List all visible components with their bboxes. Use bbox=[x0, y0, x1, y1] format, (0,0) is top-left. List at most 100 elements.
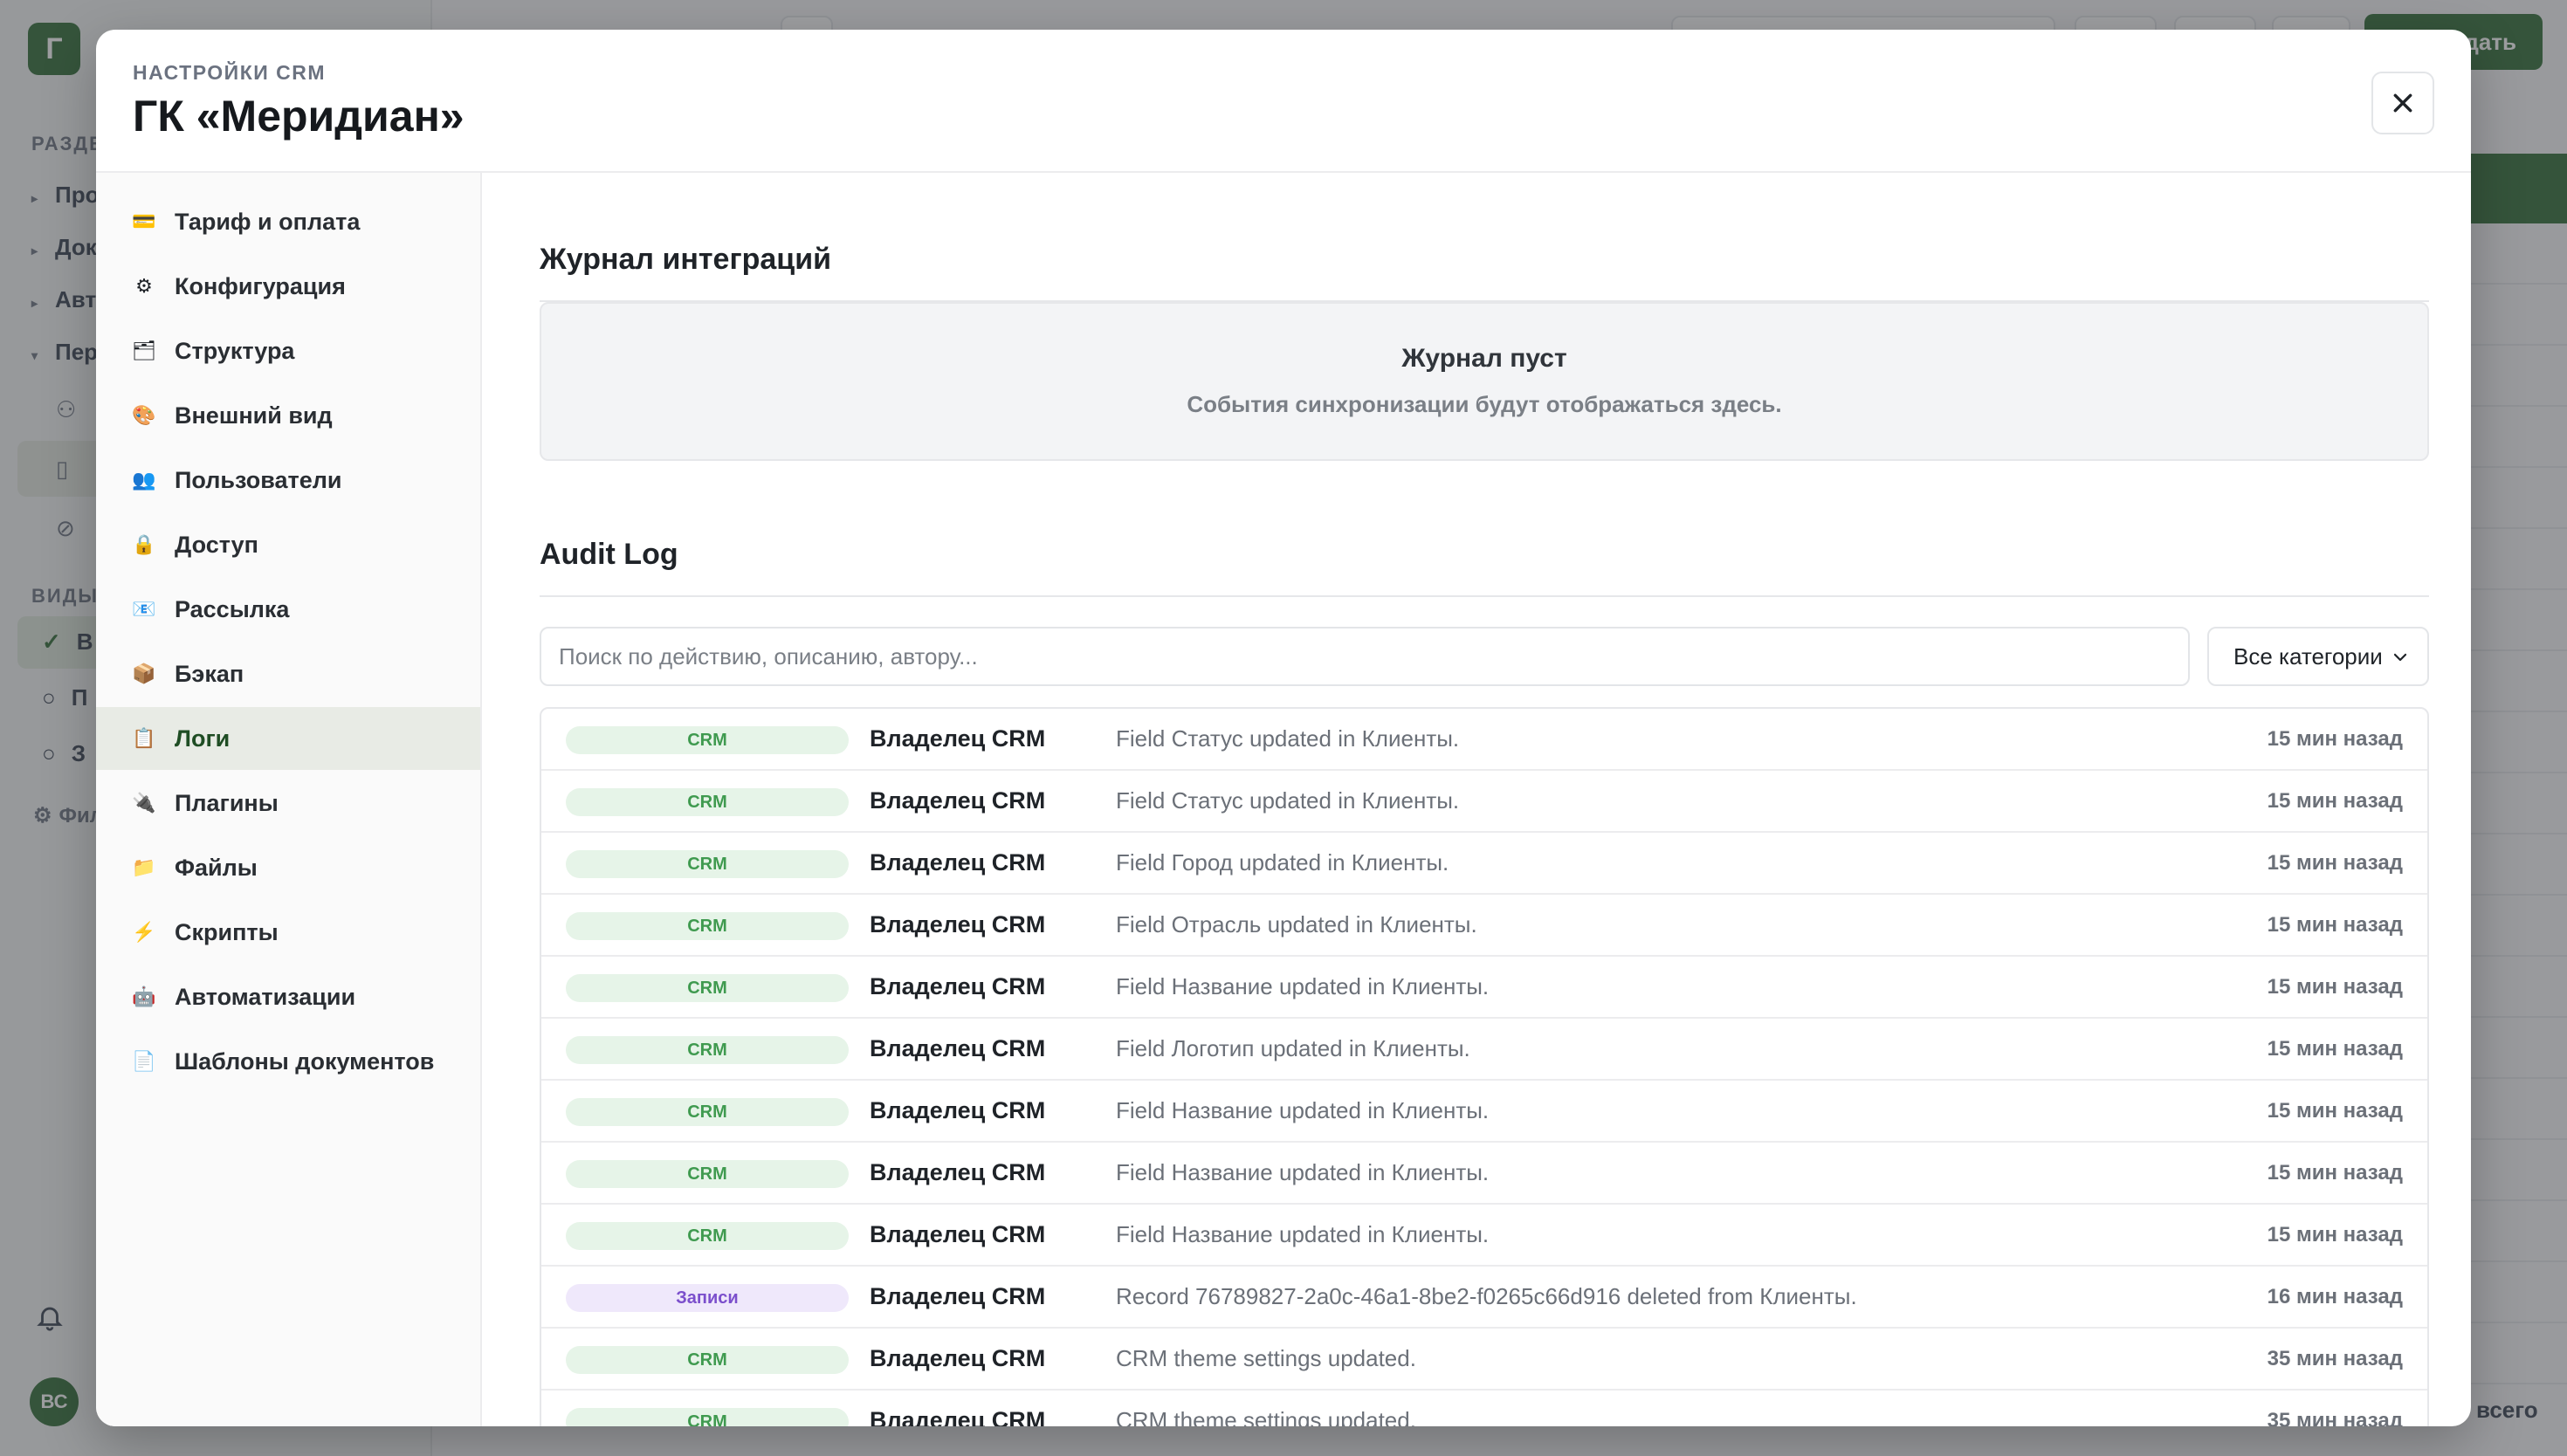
category-badge: CRM bbox=[566, 1408, 849, 1426]
category-badge: CRM bbox=[566, 1346, 849, 1374]
lightning-icon: ⚡ bbox=[132, 921, 156, 943]
category-badge: CRM bbox=[566, 1098, 849, 1126]
row-description: Field Статус updated in Клиенты. bbox=[1116, 725, 1460, 752]
nav-item-configuration[interactable]: ⚙ Конфигурация bbox=[96, 255, 480, 318]
table-row[interactable]: CRM Владелец CRM CRM theme settings update… bbox=[541, 1391, 2427, 1426]
close-icon bbox=[2393, 93, 2412, 113]
category-badge: CRM bbox=[566, 912, 849, 940]
category-badge: CRM bbox=[566, 1036, 849, 1064]
row-actor: Владелец CRM bbox=[870, 1345, 1046, 1371]
row-description: Field Название updated in Клиенты. bbox=[1116, 1221, 1490, 1247]
settings-modal: НАСТРОЙКИ CRM ГК «Меридиан» 💳 Тариф и опл… bbox=[96, 30, 2471, 1426]
category-badge: CRM bbox=[566, 1222, 849, 1250]
row-time: 15 мин назад bbox=[2267, 974, 2403, 999]
nav-item-appearance[interactable]: 🎨 Внешний вид bbox=[96, 384, 480, 447]
nav-item-label: Шаблоны документов bbox=[175, 1047, 435, 1075]
nav-item-access[interactable]: 🔒 Доступ bbox=[96, 513, 480, 576]
table-row[interactable]: CRM Владелец CRM Field Город updated in Кл… bbox=[541, 833, 2427, 895]
nav-item-label: Структура bbox=[175, 337, 295, 364]
nav-item-automations[interactable]: 🤖 Автоматизации bbox=[96, 965, 480, 1028]
table-row[interactable]: CRM Владелец CRM Field Название updated in… bbox=[541, 957, 2427, 1019]
row-time: 15 мин назад bbox=[2267, 850, 2403, 875]
row-actor: Владелец CRM bbox=[870, 1035, 1046, 1061]
row-time: 15 мин назад bbox=[2267, 912, 2403, 937]
settings-content: Журнал интеграций Журнал пуст События си… bbox=[482, 173, 2471, 1426]
nav-item-label: Бэкап bbox=[175, 660, 244, 687]
nav-item-files[interactable]: 📁 Файлы bbox=[96, 836, 480, 899]
row-time: 15 мин назад bbox=[2267, 1036, 2403, 1061]
empty-title: Журнал пуст bbox=[1401, 344, 1567, 373]
empty-subtitle: События синхронизации будут отображаться… bbox=[1187, 391, 1782, 417]
audit-search-input[interactable] bbox=[540, 627, 2190, 686]
row-time: 15 мин назад bbox=[2267, 788, 2403, 813]
row-time: 35 мин назад bbox=[2267, 1408, 2403, 1427]
row-actor: Владелец CRM bbox=[870, 973, 1046, 999]
category-badge: CRM bbox=[566, 726, 849, 754]
row-actor: Владелец CRM bbox=[870, 725, 1046, 752]
category-select[interactable]: Все категории bbox=[2207, 627, 2429, 686]
nav-item-backup[interactable]: 📦 Бэкап bbox=[96, 642, 480, 705]
row-time: 15 мин назад bbox=[2267, 1098, 2403, 1123]
integrations-empty-state: Журнал пуст События синхронизации будут … bbox=[540, 302, 2429, 461]
row-description: Field Город updated in Клиенты. bbox=[1116, 849, 1449, 876]
nav-item-label: Пользователи bbox=[175, 466, 342, 493]
lock-icon: 🔒 bbox=[132, 533, 156, 555]
row-time: 15 мин назад bbox=[2267, 1222, 2403, 1247]
table-row[interactable]: CRM Владелец CRM Field Отрасль updated in … bbox=[541, 895, 2427, 957]
nav-item-label: Автоматизации bbox=[175, 983, 356, 1010]
document-icon: 📄 bbox=[132, 1050, 156, 1072]
category-badge: CRM bbox=[566, 850, 849, 878]
modal-title: ГК «Меридиан» bbox=[133, 92, 465, 141]
row-time: 15 мин назад bbox=[2267, 726, 2403, 751]
folder-icon: 📁 bbox=[132, 856, 156, 878]
nav-item-label: Скрипты bbox=[175, 918, 279, 945]
nav-item-tariff[interactable]: 💳 Тариф и оплата bbox=[96, 190, 480, 253]
table-row[interactable]: CRM Владелец CRM Field Логотип updated in … bbox=[541, 1019, 2427, 1081]
row-description: Field Отрасль updated in Клиенты. bbox=[1116, 911, 1477, 937]
row-actor: Владелец CRM bbox=[870, 787, 1046, 814]
folder-structure-icon: 🗂 bbox=[132, 340, 156, 361]
category-badge: Записи bbox=[566, 1284, 849, 1312]
category-badge: CRM bbox=[566, 1160, 849, 1188]
row-actor: Владелец CRM bbox=[870, 1283, 1046, 1309]
table-row[interactable]: CRM Владелец CRM CRM theme settings update… bbox=[541, 1329, 2427, 1391]
nav-item-label: Конфигурация bbox=[175, 272, 346, 299]
nav-item-label: Логи bbox=[175, 725, 231, 752]
nav-item-doc-templates[interactable]: 📄 Шаблоны документов bbox=[96, 1030, 480, 1093]
table-row[interactable]: Записи Владелец CRM Record 76789827-2a0c-4… bbox=[541, 1267, 2427, 1329]
nav-item-users[interactable]: 👥 Пользователи bbox=[96, 449, 480, 512]
nav-item-label: Файлы bbox=[175, 854, 258, 881]
users-icon: 👥 bbox=[132, 469, 156, 491]
nav-item-label: Доступ bbox=[175, 531, 258, 558]
nav-item-logs[interactable]: 📋 Логи bbox=[96, 707, 480, 770]
nav-item-label: Внешний вид bbox=[175, 402, 333, 429]
robot-icon: 🤖 bbox=[132, 986, 156, 1007]
table-row[interactable]: CRM Владелец CRM Field Название updated in… bbox=[541, 1081, 2427, 1143]
table-row[interactable]: CRM Владелец CRM Field Название updated in… bbox=[541, 1205, 2427, 1267]
table-row[interactable]: CRM Владелец CRM Field Статус updated in К… bbox=[541, 709, 2427, 771]
audit-log-table: CRM Владелец CRM Field Статус updated in К… bbox=[540, 707, 2429, 1426]
nav-item-mailing[interactable]: 📧 Рассылка bbox=[96, 578, 480, 641]
modal-eyebrow: НАСТРОЙКИ CRM bbox=[133, 61, 327, 84]
close-button[interactable] bbox=[2371, 72, 2434, 134]
clipboard-icon: 📋 bbox=[132, 727, 156, 749]
settings-nav: 💳 Тариф и оплата ⚙ Конфигурация 🗂 Структура… bbox=[96, 173, 482, 1426]
table-row[interactable]: CRM Владелец CRM Field Название updated in… bbox=[541, 1143, 2427, 1205]
nav-item-label: Тариф и оплата bbox=[175, 208, 361, 235]
row-time: 35 мин назад bbox=[2267, 1346, 2403, 1370]
nav-item-structure[interactable]: 🗂 Структура bbox=[96, 319, 480, 382]
row-actor: Владелец CRM bbox=[870, 1407, 1046, 1426]
mail-icon: 📧 bbox=[132, 598, 156, 620]
row-actor: Владелец CRM bbox=[870, 911, 1046, 937]
nav-item-plugins[interactable]: 🔌 Плагины bbox=[96, 772, 480, 834]
row-description: CRM theme settings updated. bbox=[1116, 1345, 1416, 1371]
nav-item-label: Рассылка bbox=[175, 595, 290, 622]
row-description: Field Логотип updated in Клиенты. bbox=[1116, 1035, 1470, 1061]
modal-header: НАСТРОЙКИ CRM ГК «Меридиан» bbox=[96, 30, 2471, 173]
table-row[interactable]: CRM Владелец CRM Field Статус updated in К… bbox=[541, 771, 2427, 833]
chevron-down-icon bbox=[2393, 653, 2407, 662]
nav-item-scripts[interactable]: ⚡ Скрипты bbox=[96, 901, 480, 964]
row-description: Record 76789827-2a0c-46a1-8be2-f0265c66d… bbox=[1116, 1283, 1857, 1309]
row-actor: Владелец CRM bbox=[870, 849, 1046, 876]
category-select-value: Все категории bbox=[2233, 642, 2383, 670]
